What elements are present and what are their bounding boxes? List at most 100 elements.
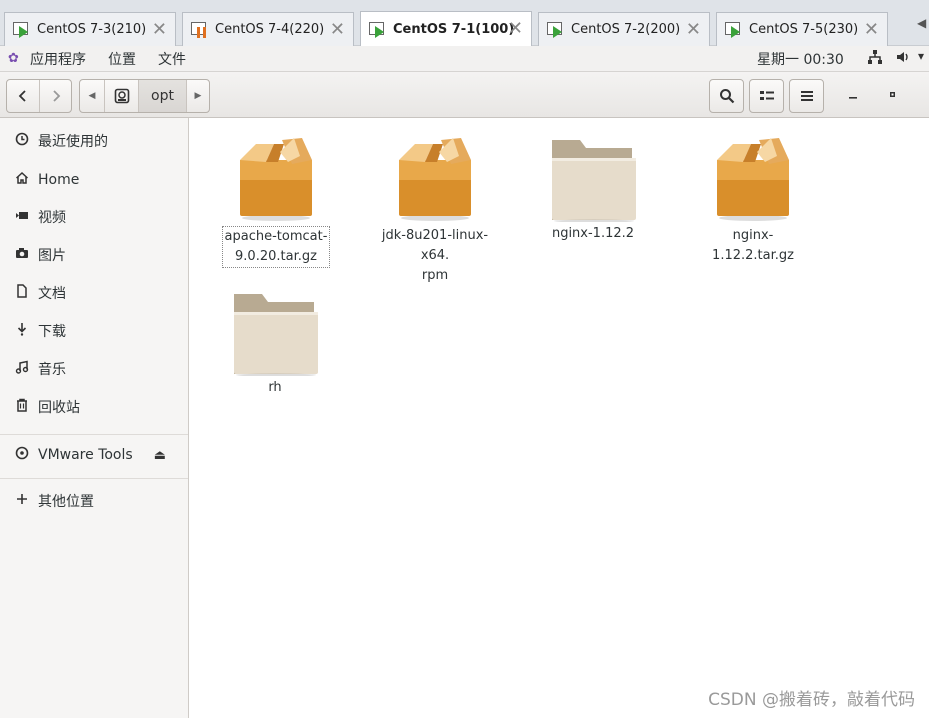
- vm-running-icon: [13, 21, 31, 39]
- download-icon: [14, 322, 30, 340]
- file-manager-header: ◀ opt ▶: [0, 72, 929, 118]
- vm-tab-centos-7-2[interactable]: CentOS 7-2(200) ✕: [538, 12, 710, 46]
- sidebar-item-label: 文档: [38, 286, 66, 302]
- trash-icon: [14, 398, 30, 416]
- maximize-button[interactable]: [887, 87, 899, 101]
- sidebar-item-recent[interactable]: 最近使用的: [0, 126, 188, 156]
- package-icon: [713, 132, 793, 222]
- nav-buttons: [6, 79, 72, 113]
- close-icon[interactable]: ✕: [330, 19, 345, 40]
- search-icon: [719, 89, 734, 104]
- clock[interactable]: 星期一 00:30: [757, 49, 844, 69]
- document-icon: [14, 284, 30, 302]
- file-name: nginx-1.12.2.tar.gz: [712, 228, 794, 263]
- vm-tab-centos-7-5[interactable]: CentOS 7-5(230) ✕: [716, 12, 888, 46]
- drive-icon: [114, 88, 129, 104]
- vm-running-icon: [369, 21, 387, 39]
- power-menu-icon[interactable]: ▾: [918, 49, 924, 63]
- eject-icon[interactable]: ⏏: [154, 448, 166, 463]
- sidebar-divider: [0, 434, 188, 435]
- sidebar-item-label: 其他位置: [38, 494, 94, 510]
- tab-scroll-left-icon[interactable]: ◀: [917, 16, 929, 30]
- vm-tab-label: CentOS 7-4(220): [215, 22, 325, 37]
- view-mode-button[interactable]: [749, 79, 784, 113]
- vm-tab-centos-7-1[interactable]: CentOS 7-1(100) ✕: [360, 11, 532, 47]
- file-item-nginx-tar[interactable]: nginx-1.12.2.tar.gz: [693, 132, 813, 266]
- folder-icon: [550, 134, 636, 223]
- gnome-top-bar: ✿ 应用程序 位置 文件 星期一 00:30 ▾: [0, 46, 929, 72]
- folder-icon: [232, 288, 318, 377]
- path-current-button[interactable]: opt: [138, 80, 186, 112]
- sidebar-item-label: 图片: [38, 248, 66, 264]
- close-icon[interactable]: ✕: [152, 19, 167, 40]
- sidebar-item-vmware-tools[interactable]: VMware Tools ⏏: [0, 440, 188, 470]
- sidebar-item-downloads[interactable]: 下载: [0, 316, 188, 346]
- network-icon[interactable]: [867, 49, 883, 69]
- minimize-button[interactable]: [847, 87, 859, 101]
- file-name: nginx-1.12.2: [551, 226, 635, 241]
- path-root-button[interactable]: [104, 80, 138, 112]
- sidebar-item-label: 最近使用的: [38, 134, 108, 150]
- vm-tab-label: CentOS 7-2(200): [571, 22, 681, 37]
- file-name: rh: [268, 380, 282, 395]
- chevron-right-icon: [52, 90, 60, 102]
- file-name: apache-tomcat- 9.0.20.tar.gz: [221, 226, 331, 268]
- close-icon[interactable]: ✕: [508, 18, 523, 39]
- path-scroll-right-icon[interactable]: ▶: [186, 80, 209, 112]
- applications-icon: ✿: [8, 50, 19, 66]
- sidebar-item-label: 回收站: [38, 400, 80, 416]
- chevron-left-icon: [18, 90, 26, 102]
- sidebar-item-label: VMware Tools: [38, 447, 133, 463]
- menu-button[interactable]: [789, 79, 824, 113]
- places-sidebar: 最近使用的 Home 视频 图片 文档 下载 音乐 回收站 VMware Too…: [0, 118, 189, 718]
- hamburger-icon: [800, 91, 813, 101]
- file-name: jdk-8u201-linux-x64. rpm: [381, 228, 489, 283]
- disc-icon: [14, 446, 30, 464]
- back-button[interactable]: [7, 80, 39, 112]
- file-icon-view: apache-tomcat- 9.0.20.tar.gz jdk-8u201-l…: [190, 118, 929, 718]
- file-item-apache-tomcat[interactable]: apache-tomcat- 9.0.20.tar.gz: [216, 132, 336, 268]
- close-icon[interactable]: ✕: [686, 19, 701, 40]
- path-bar: ◀ opt ▶: [79, 79, 210, 113]
- sidebar-divider: [0, 478, 188, 479]
- file-item-rh-folder[interactable]: rh: [215, 288, 335, 398]
- vm-tab-strip: CentOS 7-3(210) ✕ CentOS 7-4(220) ✕ Cent…: [0, 0, 929, 47]
- sidebar-item-videos[interactable]: 视频: [0, 202, 188, 232]
- maximize-icon: [890, 92, 895, 97]
- package-icon: [236, 132, 316, 222]
- sidebar-item-documents[interactable]: 文档: [0, 278, 188, 308]
- volume-icon[interactable]: [895, 49, 911, 69]
- plus-icon: [14, 493, 30, 509]
- video-icon: [14, 208, 30, 226]
- menu-places[interactable]: 位置: [108, 49, 136, 69]
- sidebar-item-pictures[interactable]: 图片: [0, 240, 188, 270]
- vm-running-icon: [725, 21, 743, 39]
- sidebar-item-home[interactable]: Home: [0, 165, 188, 195]
- list-view-icon: [759, 91, 774, 100]
- vm-tab-label: CentOS 7-1(100): [393, 22, 515, 37]
- sidebar-item-label: 音乐: [38, 362, 66, 378]
- forward-button[interactable]: [39, 80, 71, 112]
- package-icon: [395, 132, 475, 222]
- sidebar-item-label: Home: [38, 172, 80, 188]
- menu-applications[interactable]: 应用程序: [30, 49, 86, 69]
- sidebar-item-other-locations[interactable]: 其他位置: [0, 486, 188, 516]
- file-item-nginx-folder[interactable]: nginx-1.12.2: [533, 134, 653, 244]
- sidebar-item-music[interactable]: 音乐: [0, 354, 188, 384]
- sidebar-item-trash[interactable]: 回收站: [0, 392, 188, 422]
- search-button[interactable]: [709, 79, 744, 113]
- clock-icon: [14, 132, 30, 150]
- sidebar-item-label: 视频: [38, 210, 66, 226]
- path-scroll-left-icon[interactable]: ◀: [80, 80, 104, 112]
- home-icon: [14, 171, 30, 189]
- close-icon[interactable]: ✕: [864, 19, 879, 40]
- vm-running-icon: [547, 21, 565, 39]
- menu-files[interactable]: 文件: [158, 49, 186, 69]
- vm-paused-icon: [191, 21, 209, 39]
- vm-tab-centos-7-3[interactable]: CentOS 7-3(210) ✕: [4, 12, 176, 46]
- vm-tab-label: CentOS 7-5(230): [749, 22, 859, 37]
- music-icon: [14, 360, 30, 378]
- vm-tab-centos-7-4[interactable]: CentOS 7-4(220) ✕: [182, 12, 354, 46]
- file-item-jdk[interactable]: jdk-8u201-linux-x64. rpm: [375, 132, 495, 286]
- minimize-icon: [849, 97, 857, 99]
